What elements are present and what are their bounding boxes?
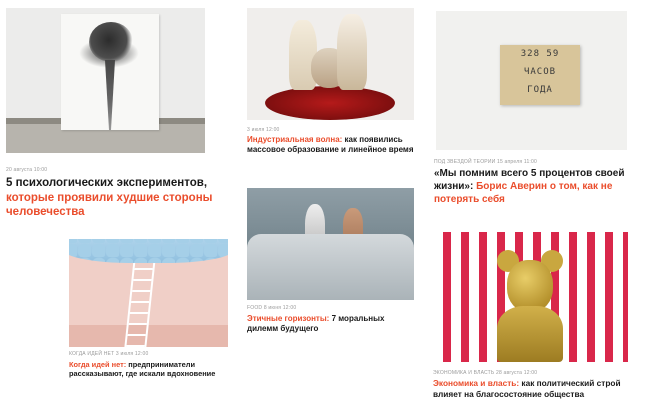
red-base	[265, 86, 395, 120]
golden-bust	[497, 250, 563, 362]
clock-row: 328 59	[520, 49, 560, 59]
article-meta: 20 августа 10:00	[6, 167, 48, 173]
article-title-link[interactable]: Экономика и власть: как политический стр…	[433, 378, 648, 399]
article-image-balloons-ladder[interactable]	[69, 239, 228, 347]
balloon-cloud	[69, 239, 228, 263]
article-meta: КОГДА ИДЕЙ НЕТ 3 июля 12:00	[69, 351, 149, 357]
title-accent: которые проявили худшие стороны человече…	[6, 191, 213, 219]
smoke-plume	[89, 22, 133, 62]
article-title-link[interactable]: «Мы помним всего 5 процентов своей жизни…	[434, 168, 649, 206]
clock-board: 328 59 ЧАСОВ ГОДА	[500, 45, 580, 105]
article-title-link[interactable]: Индустриальная волна: как появились масс…	[247, 135, 417, 155]
figurine	[337, 14, 367, 90]
title-accent: Индустриальная волна:	[247, 135, 343, 144]
floor	[69, 325, 228, 347]
article-image-golden-bust[interactable]	[433, 232, 628, 362]
article-image-clock-board[interactable]: 328 59 ЧАСОВ ГОДА	[436, 11, 627, 150]
article-meta: ЭКОНОМИКА И ВЛАСТЬ 28 августа 12:00	[433, 370, 538, 376]
article-image-smoke-painting[interactable]	[6, 8, 205, 153]
bust-body	[497, 306, 563, 362]
clock-row: ГОДА	[527, 85, 553, 95]
title-accent: Этичные горизонты:	[247, 314, 330, 323]
article-title-link[interactable]: Этичные горизонты: 7 моральных дилемм бу…	[247, 314, 407, 334]
title-accent: Экономика и власть:	[433, 378, 520, 388]
bed-sheets	[247, 234, 414, 300]
article-image-robot-in-bed[interactable]	[247, 188, 414, 300]
article-meta: ПОД ЗВЕЗДОЙ ТЕОРИИ 15 апреля 11:00	[434, 159, 537, 165]
article-title-link[interactable]: 5 психологических экспериментов, которые…	[6, 176, 221, 220]
article-image-porcelain-figurines[interactable]	[247, 8, 414, 120]
title-main: 5 психологических экспериментов,	[6, 177, 208, 189]
clock-row: ЧАСОВ	[523, 67, 557, 77]
article-title-link[interactable]: Когда идей нет: предприниматели рассказы…	[69, 360, 239, 379]
bust-head	[507, 260, 553, 312]
article-meta: FOOD 8 июня 12:00	[247, 305, 297, 311]
title-accent: Когда идей нет:	[69, 360, 127, 369]
article-meta: 3 июля 12:00	[247, 127, 280, 133]
